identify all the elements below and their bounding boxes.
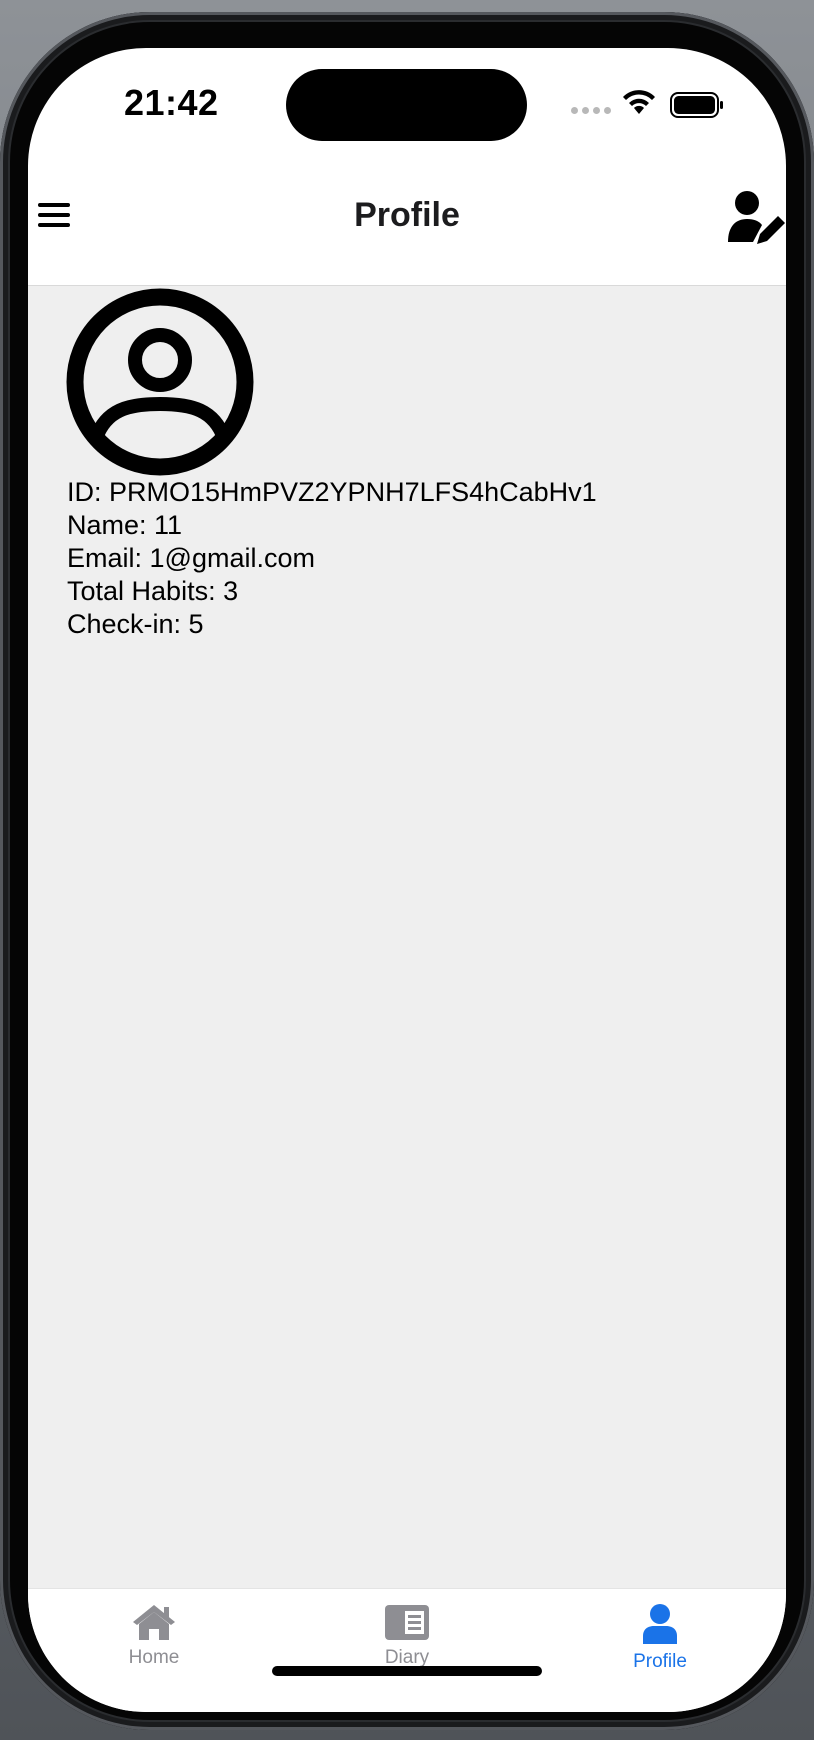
tab-profile-label: Profile <box>633 1651 687 1672</box>
tab-bar: Home Diary Profile <box>28 1588 786 1712</box>
page-title: Profile <box>354 196 460 234</box>
dynamic-island <box>286 69 527 141</box>
navigation-header: Profile <box>28 168 786 286</box>
status-bar: 21:42 <box>28 48 786 158</box>
edit-profile-icon[interactable] <box>726 190 786 246</box>
home-icon <box>133 1605 175 1640</box>
home-indicator[interactable] <box>272 1666 542 1676</box>
profile-info: ID: PRMO15HmPVZ2YPNH7LFS4hCabHv1 Name: 1… <box>67 476 597 641</box>
profile-icon <box>643 1604 677 1644</box>
app-screen: 21:42 Profile ID: PRMO15HmPVZ2YPNH7LFS4h… <box>28 48 786 1712</box>
user-circle-icon <box>66 288 254 476</box>
diary-icon <box>385 1605 429 1640</box>
total-habits-text: Total Habits: 3 <box>67 576 239 606</box>
tab-home[interactable]: Home <box>28 1589 280 1689</box>
user-id-text: ID: PRMO15HmPVZ2YPNH7LFS4hCabHv1 <box>67 477 597 507</box>
tab-profile[interactable]: Profile <box>534 1589 786 1689</box>
status-time: 21:42 <box>124 82 219 123</box>
user-name-text: Name: 11 <box>67 510 183 540</box>
cellular-signal-icon <box>571 107 611 114</box>
wifi-icon <box>623 90 655 114</box>
checkin-count-text: Check-in: 5 <box>67 609 204 639</box>
tab-home-label: Home <box>128 1647 180 1668</box>
profile-content: ID: PRMO15HmPVZ2YPNH7LFS4hCabHv1 Name: 1… <box>28 286 786 1588</box>
battery-icon <box>670 92 723 118</box>
user-email-text: Email: 1@gmail.com <box>67 543 315 573</box>
